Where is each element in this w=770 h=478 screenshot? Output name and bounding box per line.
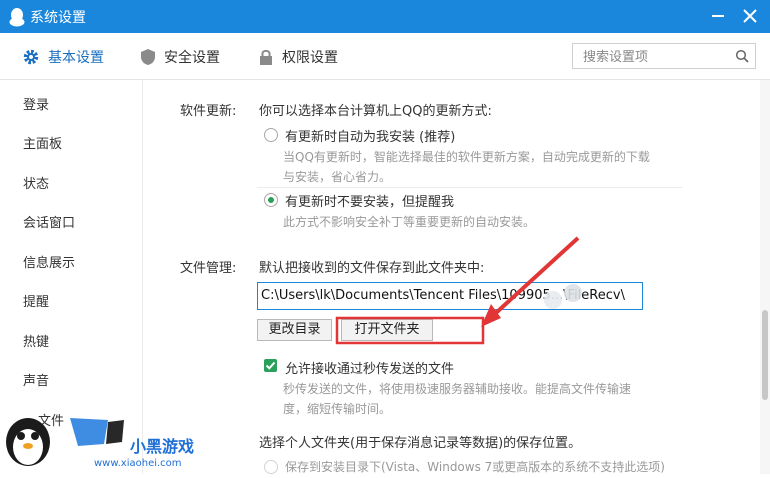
annotation-arrowhead bbox=[481, 304, 501, 327]
watermark-url: www.xiaohei.com bbox=[94, 458, 182, 469]
watermark-brand: 小黑游戏 bbox=[130, 437, 195, 456]
watermark: 小黑游戏 www.xiaohei.com bbox=[0, 400, 200, 474]
blur-blob bbox=[564, 284, 582, 302]
annotation-arrow bbox=[484, 236, 580, 324]
blur-blob bbox=[544, 291, 562, 309]
highlight-box bbox=[335, 316, 485, 345]
